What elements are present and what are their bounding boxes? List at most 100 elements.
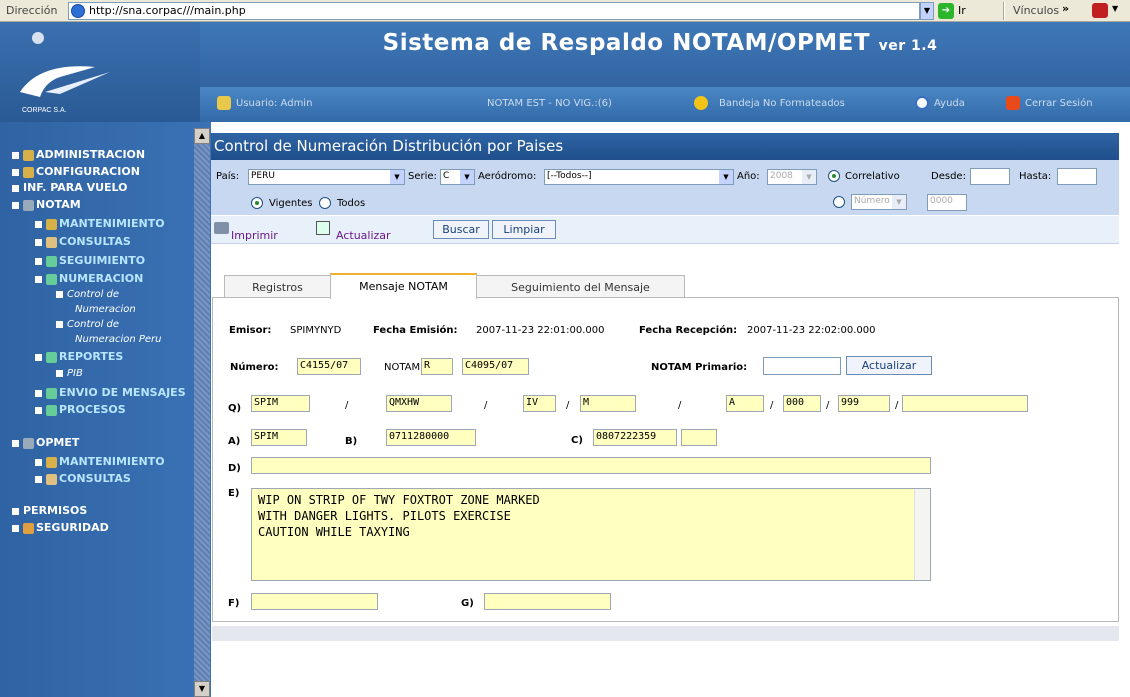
sidebar-item-seguridad[interactable]: SEGURIDAD: [12, 521, 109, 534]
q-separator: /: [566, 400, 570, 411]
sidebar-scrollbar[interactable]: ▲ ▼: [194, 128, 210, 697]
url-dropdown-icon[interactable]: ▼: [920, 2, 934, 20]
q-lower-field[interactable]: 000: [783, 395, 821, 412]
sidebar-item-notam[interactable]: NOTAM: [12, 198, 81, 211]
f-field[interactable]: [251, 593, 378, 610]
sidebar-item-envio-mensajes[interactable]: ENVIO DE MENSAJES: [35, 386, 186, 399]
tab-seguimiento[interactable]: Seguimiento del Mensaje: [476, 275, 685, 299]
sidebar-item-reportes[interactable]: REPORTES: [35, 350, 123, 363]
numero-radio[interactable]: [833, 196, 845, 208]
g-field[interactable]: [484, 593, 611, 610]
pais-select[interactable]: PERU ▼: [248, 169, 405, 185]
aerodromo-select[interactable]: [--Todos--] ▼: [544, 169, 734, 185]
d-label: D): [228, 463, 241, 474]
hasta-input[interactable]: [1057, 168, 1097, 185]
desde-input[interactable]: [970, 168, 1010, 185]
sidebar-item-inf-vuelo[interactable]: INF. PARA VUELO: [12, 181, 128, 194]
app-title: Sistema de Respaldo NOTAM/OPMET ver 1.4: [340, 30, 980, 56]
sidebar-item-label: PIB: [67, 368, 83, 379]
scroll-up-icon[interactable]: ▲: [194, 128, 210, 144]
a-field[interactable]: SPIM: [251, 429, 307, 446]
sidebar-item-opmet-consultas[interactable]: CONSULTAS: [35, 472, 131, 485]
sidebar-item-label: PROCESOS: [59, 403, 126, 416]
folder-icon: [46, 351, 57, 363]
notam-ref-field[interactable]: C4095/07: [462, 358, 529, 375]
clear-button[interactable]: Limpiar: [492, 220, 556, 239]
logout-link[interactable]: Cerrar Sesión: [1025, 98, 1093, 109]
sidebar-item-permisos[interactable]: PERMISOS: [12, 504, 87, 517]
sidebar-item-configuracion[interactable]: CONFIGURACION: [12, 165, 140, 178]
refresh-link[interactable]: Actualizar: [336, 229, 391, 242]
e-scrollbar[interactable]: [914, 489, 930, 580]
user-label: Usuario: Admin: [236, 98, 313, 109]
notam-type-field[interactable]: R: [421, 358, 453, 375]
q-fir-field[interactable]: SPIM: [251, 395, 310, 412]
folder-icon: [23, 166, 34, 178]
sidebar-item-opmet[interactable]: OPMET: [12, 436, 79, 449]
correlativo-radio[interactable]: [828, 170, 840, 182]
printer-icon[interactable]: [214, 222, 229, 234]
sidebar-item-label: MANTENIMIENTO: [59, 455, 165, 468]
anio-select[interactable]: 2008 ▼: [767, 169, 817, 185]
sidebar-item-label: CONSULTAS: [59, 472, 131, 485]
inbox-link[interactable]: Bandeja No Formateados: [719, 98, 845, 109]
tab-registros[interactable]: Registros: [224, 275, 331, 299]
e-label: E): [228, 488, 240, 499]
refresh-icon[interactable]: [316, 221, 330, 235]
chevron-down-icon: ▼: [390, 170, 404, 184]
help-link[interactable]: Ayuda: [934, 98, 965, 109]
notam-primario-input[interactable]: [763, 357, 841, 375]
vigentes-radio[interactable]: [251, 197, 263, 209]
sidebar-item-opmet-mantenimiento[interactable]: MANTENIMIENTO: [35, 455, 165, 468]
sidebar-item-procesos[interactable]: PROCESOS: [35, 403, 126, 416]
numero-input[interactable]: 0000: [927, 194, 967, 211]
c-field[interactable]: 0807222359: [593, 429, 677, 446]
q-scope-field[interactable]: A: [726, 395, 764, 412]
sidebar-item-control-numeracion[interactable]: Control de: [56, 289, 119, 300]
update-primary-button[interactable]: Actualizar: [846, 356, 932, 375]
numero-select[interactable]: Número ▼: [851, 194, 907, 210]
q-separator: /: [770, 400, 774, 411]
e-textarea[interactable]: WIP ON STRIP OF TWY FOXTROT ZONE MARKED …: [251, 488, 931, 581]
search-button[interactable]: Buscar: [433, 220, 489, 239]
tab-mensaje-notam[interactable]: Mensaje NOTAM: [330, 273, 477, 299]
q-code-field[interactable]: QMXHW: [386, 395, 452, 412]
sidebar-item-administracion[interactable]: ADMINISTRACION: [12, 148, 145, 161]
sidebar-item-label: Control de: [67, 289, 120, 300]
c-extra-field[interactable]: [681, 429, 717, 446]
q-purpose-field[interactable]: M: [580, 395, 636, 412]
sidebar-item-mantenimiento[interactable]: MANTENIMIENTO: [35, 217, 165, 230]
sidebar-item-numeracion[interactable]: NUMERACION: [35, 272, 143, 285]
scroll-down-icon[interactable]: ▼: [194, 681, 210, 697]
serie-value: C: [443, 171, 450, 181]
pdf-icon[interactable]: [1092, 3, 1108, 18]
sidebar-item-label-cont[interactable]: Numeracion: [75, 304, 136, 315]
sidebar-item-control-numeracion-peru[interactable]: Control de: [56, 319, 119, 330]
links-label[interactable]: Vínculos: [1013, 4, 1059, 17]
q-upper-field[interactable]: 999: [838, 395, 890, 412]
logout-icon: [1006, 96, 1020, 110]
b-field[interactable]: 0711280000: [386, 429, 476, 446]
notam-status-link[interactable]: NOTAM EST - NO VIG.:(6): [487, 98, 612, 109]
go-label[interactable]: Ir: [958, 4, 966, 17]
url-input[interactable]: http://sna.corpac///main.php: [68, 2, 920, 20]
pdf-dropdown-icon[interactable]: ▼: [1112, 4, 1118, 13]
folder-icon: [46, 404, 57, 416]
serie-select[interactable]: C ▼: [440, 169, 475, 185]
numero-field[interactable]: C4155/07: [297, 358, 361, 375]
sidebar-item-label: ENVIO DE MENSAJES: [59, 386, 186, 399]
d-field[interactable]: [251, 457, 931, 474]
print-link[interactable]: Imprimir: [231, 229, 278, 242]
sidebar-item-label-cont[interactable]: Numeracion Peru: [75, 334, 162, 345]
folder-icon: [23, 437, 34, 449]
go-arrow-icon[interactable]: ➔: [938, 3, 954, 19]
serie-label: Serie:: [408, 171, 437, 182]
q-traffic-field[interactable]: IV: [523, 395, 556, 412]
links-chevron-icon[interactable]: »: [1062, 2, 1069, 15]
q-coords-field[interactable]: [902, 395, 1028, 412]
sidebar-item-pib[interactable]: PIB: [56, 368, 83, 379]
sidebar-item-seguimiento[interactable]: SEGUIMIENTO: [35, 254, 145, 267]
todos-radio[interactable]: [319, 197, 331, 209]
header-toolbar: Usuario: Admin NOTAM EST - NO VIG.:(6) B…: [200, 87, 1130, 122]
sidebar-item-consultas[interactable]: CONSULTAS: [35, 235, 131, 248]
